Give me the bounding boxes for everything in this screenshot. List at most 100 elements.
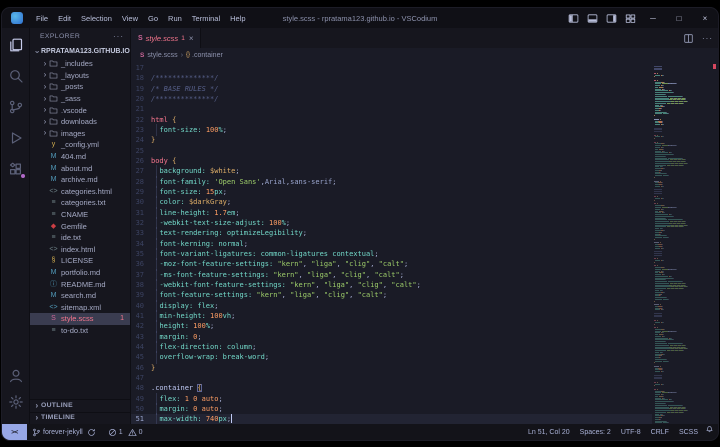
line-number: 21 (135, 105, 144, 114)
folder-.vscode[interactable]: › .vscode (30, 104, 130, 116)
code-line-47: 47 (131, 373, 652, 383)
file-to-do.txt[interactable]: ≡ to-do.txt (30, 325, 130, 337)
folder-_sass[interactable]: › _sass (30, 93, 130, 105)
problem-count-badge: 1 (120, 315, 124, 323)
file-sitemap.xml[interactable]: <> sitemap.xml (30, 301, 130, 313)
tab-label: style.scss (145, 33, 179, 43)
tab-style-scss[interactable]: S style.scss 1 × (131, 28, 202, 48)
folder-_posts[interactable]: › _posts (30, 81, 130, 93)
folder-_includes[interactable]: › _includes (30, 58, 130, 70)
file-CNAME[interactable]: ≡ CNAME (30, 209, 130, 221)
files-icon[interactable] (8, 37, 24, 53)
code-line-37: 37 -ms-font-feature-settings: "kern", "l… (131, 268, 652, 282)
remote-indicator-button[interactable]: >< (2, 424, 27, 440)
problems-button[interactable]: 1 0 (103, 424, 148, 440)
menu-help[interactable]: Help (225, 8, 250, 28)
line-number: 33 (135, 229, 144, 238)
status-bar: >< forever-jekyll 1 0 Ln 51, Col 20 Space… (2, 424, 718, 440)
search-icon[interactable] (8, 68, 24, 84)
menu-terminal[interactable]: Terminal (187, 8, 225, 28)
code-line-20: 20/**************/ (131, 94, 652, 104)
menu-go[interactable]: Go (143, 8, 163, 28)
status-cursor-position[interactable]: Ln 51, Col 20 (523, 424, 575, 440)
file-404.md[interactable]: M 404.md (30, 151, 130, 163)
git-branch-button[interactable]: forever-jekyll (27, 424, 103, 440)
layout-bottom-icon[interactable] (587, 13, 598, 24)
code-line-28: 28 font-family: 'Open Sans',Arial,sans-s… (131, 175, 652, 189)
line-number: 38 (135, 281, 144, 290)
code-editor[interactable]: 17 18/**************/19/* BASE RULES */20… (131, 62, 718, 424)
editor-more-actions-icon[interactable]: ··· (701, 32, 714, 45)
line-number: 45 (135, 353, 144, 362)
close-tab-icon[interactable]: × (189, 34, 194, 43)
gem-file-icon: ◆ (50, 222, 57, 230)
folder-icon (49, 71, 58, 80)
file-index.html[interactable]: <> index.html (30, 244, 130, 256)
code-line-27: 27 background: $white; (131, 165, 652, 178)
folder-downloads[interactable]: › downloads (30, 116, 130, 128)
line-number: 20 (135, 95, 144, 104)
panel-timeline[interactable]: › TIMELINE (30, 411, 130, 424)
md-file-icon: M (50, 176, 57, 184)
layout-right-icon[interactable] (606, 13, 617, 24)
status-language-mode[interactable]: SCSS (674, 424, 703, 440)
code-line-29: 29 font-size: 15px; (131, 185, 652, 199)
workspace-root-row[interactable]: › RPRATAMA123.GITHUB.IO (30, 45, 130, 58)
split-editor-icon[interactable] (682, 32, 695, 45)
menu-selection[interactable]: Selection (76, 8, 117, 28)
line-number: 27 (135, 167, 144, 176)
notifications-bell-icon[interactable] (705, 424, 715, 434)
folder-icon (49, 106, 58, 115)
chevron-right-icon: › (43, 128, 47, 138)
menu-view[interactable]: View (117, 8, 143, 28)
explorer-more-actions-icon[interactable]: ··· (113, 32, 124, 41)
minimap[interactable] (654, 64, 709, 424)
line-number: 18 (135, 74, 144, 83)
menu-file[interactable]: File (31, 8, 53, 28)
breadcrumb-symbol[interactable]: .container (192, 52, 223, 59)
minimize-button[interactable]: ─ (640, 8, 666, 28)
panel-outline[interactable]: › OUTLINE (30, 400, 130, 412)
file-archive.md[interactable]: Marchive.md (30, 174, 130, 186)
file-README.md[interactable]: ⓘ README.md (30, 278, 130, 290)
code-line-40: 40 display: flex; (131, 299, 652, 313)
file-LICENSE[interactable]: § LICENSE (30, 255, 130, 267)
status-encoding[interactable]: UTF-8 (616, 424, 646, 440)
menu-edit[interactable]: Edit (53, 8, 76, 28)
code-line-46: 46} (131, 363, 652, 373)
file-style.scss[interactable]: Sstyle.scss 1 (30, 313, 130, 325)
menu-run[interactable]: Run (163, 8, 187, 28)
vscodium-logo-icon (11, 12, 23, 24)
code-line-17: 17 (131, 63, 652, 73)
layout-left-icon[interactable] (568, 13, 579, 24)
line-number: 19 (135, 84, 144, 93)
line-number: 49 (135, 394, 144, 403)
breadcrumb-file[interactable]: style.scss (147, 52, 177, 59)
code-line-26: 26 body { (131, 156, 652, 166)
close-button[interactable]: × (692, 8, 718, 28)
file-about.md[interactable]: Mabout.md (30, 162, 130, 174)
plain-file-icon: ≡ (51, 211, 56, 219)
settings-gear-icon[interactable] (8, 394, 24, 410)
file-portfolio.md[interactable]: Mportfolio.md (30, 267, 130, 279)
status-indentation[interactable]: Spaces: 2 (575, 424, 616, 440)
extensions-icon[interactable] (8, 161, 26, 179)
folder-_layouts[interactable]: › _layouts (30, 70, 130, 82)
error-marker (713, 64, 716, 69)
file-categories.html[interactable]: <> categories.html (30, 186, 130, 198)
file-Gemfile[interactable]: ◆ Gemfile (30, 220, 130, 232)
file-_config.yml[interactable]: y _config.yml (30, 139, 130, 151)
xml-file-icon: <> (49, 303, 58, 311)
source-control-icon[interactable] (8, 99, 24, 115)
layout-grid-icon[interactable] (625, 13, 636, 24)
status-eol-sequence[interactable]: CRLF (646, 424, 674, 440)
file-search.md[interactable]: Msearch.md (30, 290, 130, 302)
run-debug-icon[interactable] (8, 130, 24, 146)
license-file-icon: § (51, 257, 56, 265)
accounts-icon[interactable] (8, 368, 24, 384)
file-ide.txt[interactable]: ≡ ide.txt (30, 232, 130, 244)
folder-images[interactable]: › images (30, 128, 130, 140)
file-categories.txt[interactable]: ≡ categories.txt (30, 197, 130, 209)
maximize-button[interactable]: □ (666, 8, 692, 28)
overview-ruler[interactable] (710, 62, 718, 424)
